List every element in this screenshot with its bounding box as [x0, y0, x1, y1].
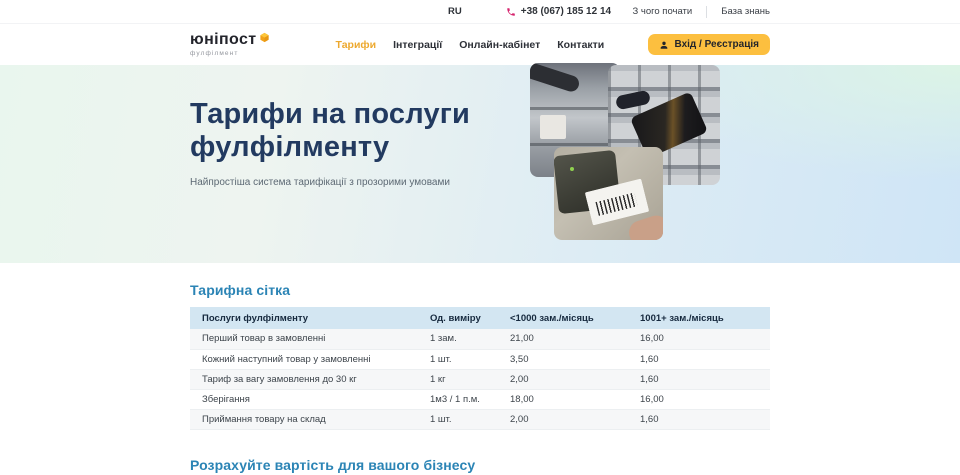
table-cell: 3,50 — [510, 349, 640, 369]
login-button-label: Вхід / Реєстрація — [674, 39, 759, 50]
table-row: Приймання товару на склад1 шт.2,001,60 — [190, 409, 770, 429]
table-cell: 1 зам. — [430, 329, 510, 349]
table-row: Перший товар в замовленні1 зам.21,0016,0… — [190, 329, 770, 349]
logo-text: юніпост — [190, 32, 257, 48]
login-register-button[interactable]: Вхід / Реєстрація — [648, 34, 770, 55]
table-cell: 1,60 — [640, 349, 770, 369]
nav-item-tariffs[interactable]: Тарифи — [336, 39, 377, 51]
calculator-heading: Розрахуйте вартість для вашого бізнесу — [190, 457, 770, 473]
table-row: Зберігання1м3 / 1 п.м.18,0016,00 — [190, 389, 770, 409]
column-header-over-1001: 1001+ зам./місяць — [640, 307, 770, 329]
nav-item-integrations[interactable]: Інтеграції — [393, 39, 442, 51]
table-row: Кожний наступний товар у замовленні1 шт.… — [190, 349, 770, 369]
topbar: RU +38 (067) 185 12 14 З чого почати Баз… — [0, 0, 960, 24]
topbar-link-knowledge-base[interactable]: База знань — [721, 6, 770, 17]
language-switcher[interactable]: RU — [448, 6, 462, 17]
calculator-section: Розрахуйте вартість для вашого бізнесу — [0, 430, 960, 473]
logo-tagline: фулфілмент — [190, 50, 270, 57]
pricing-section: Тарифна сітка Послуги фулфілменту Од. ви… — [0, 263, 960, 430]
phone-icon — [506, 7, 516, 17]
table-cell: 21,00 — [510, 329, 640, 349]
column-header-unit: Од. виміру — [430, 307, 510, 329]
table-cell: 1м3 / 1 п.м. — [430, 389, 510, 409]
column-header-service: Послуги фулфілменту — [190, 307, 430, 329]
page-title: Тарифи на послуги фулфілменту — [190, 98, 562, 164]
table-cell: 1,60 — [640, 369, 770, 389]
user-icon — [659, 40, 669, 50]
table-cell: Зберігання — [190, 389, 430, 409]
table-cell: Кожний наступний товар у замовленні — [190, 349, 430, 369]
table-cell: 2,00 — [510, 369, 640, 389]
nav-item-online-cabinet[interactable]: Онлайн-кабінет — [459, 39, 540, 51]
pricing-table-body: Перший товар в замовленні1 зам.21,0016,0… — [190, 329, 770, 429]
hero-section: Тарифи на послуги фулфілменту Найпростіш… — [0, 65, 960, 263]
topbar-divider — [706, 6, 707, 18]
hero-photo-label-printer — [554, 147, 663, 240]
table-header-row: Послуги фулфілменту Од. виміру <1000 зам… — [190, 307, 770, 329]
table-cell: Приймання товару на склад — [190, 409, 430, 429]
table-cell: 16,00 — [640, 329, 770, 349]
pricing-table: Послуги фулфілменту Од. виміру <1000 зам… — [190, 307, 770, 430]
main-nav: Тарифи Інтеграції Онлайн-кабінет Контакт… — [336, 39, 605, 51]
table-cell: Тариф за вагу замовлення до 30 кг — [190, 369, 430, 389]
pricing-heading: Тарифна сітка — [190, 282, 770, 298]
table-cell: 1 шт. — [430, 349, 510, 369]
table-cell: 2,00 — [510, 409, 640, 429]
table-cell: 1 кг — [430, 369, 510, 389]
phone-number: +38 (067) 185 12 14 — [521, 6, 611, 17]
table-cell: 18,00 — [510, 389, 640, 409]
table-cell: 1 шт. — [430, 409, 510, 429]
logo[interactable]: юніпост фулфілмент — [190, 32, 270, 57]
table-row: Тариф за вагу замовлення до 30 кг1 кг2,0… — [190, 369, 770, 389]
table-cell: 16,00 — [640, 389, 770, 409]
table-cell: Перший товар в замовленні — [190, 329, 430, 349]
column-header-under-1000: <1000 зам./місяць — [510, 307, 640, 329]
cube-icon — [259, 30, 270, 41]
topbar-link-getting-started[interactable]: З чого почати — [633, 6, 693, 17]
main-header: юніпост фулфілмент Тарифи Інтеграції Онл… — [0, 24, 960, 65]
table-cell: 1,60 — [640, 409, 770, 429]
phone-link[interactable]: +38 (067) 185 12 14 — [506, 6, 611, 17]
nav-item-contacts[interactable]: Контакти — [557, 39, 604, 51]
